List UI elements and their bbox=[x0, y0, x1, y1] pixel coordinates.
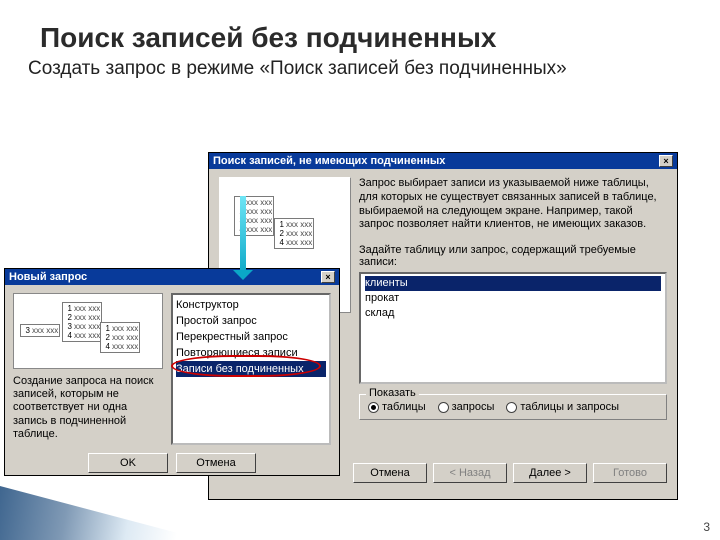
slide-title: Поиск записей без подчиненных bbox=[0, 0, 720, 58]
list-item[interactable]: прокат bbox=[365, 291, 661, 306]
list-item[interactable]: Повторяющиеся записи bbox=[176, 345, 326, 361]
list-item[interactable]: Перекрестный запрос bbox=[176, 329, 326, 345]
list-item[interactable]: Конструктор bbox=[176, 297, 326, 313]
wizard-titlebar: Поиск записей, не имеющих подчиненных × bbox=[209, 153, 677, 169]
show-groupbox: Показать таблицы запросы таблицы и запро… bbox=[359, 394, 667, 420]
page-number: 3 bbox=[703, 520, 710, 534]
new-query-preview: 3xxx xxx 1xxx xxx 2xxx xxx 3xxx xxx 4xxx… bbox=[13, 293, 163, 369]
radio-icon bbox=[438, 402, 449, 413]
new-query-titlebar: Новый запрос × bbox=[5, 269, 339, 285]
back-button[interactable]: < Назад bbox=[433, 463, 507, 483]
cancel-button[interactable]: Отмена bbox=[353, 463, 427, 483]
list-item[interactable]: Простой запрос bbox=[176, 313, 326, 329]
groupbox-legend: Показать bbox=[366, 387, 419, 399]
ok-button[interactable]: OK bbox=[88, 453, 168, 473]
wizard-description: Запрос выбирает записи из указываемой ни… bbox=[359, 177, 667, 232]
radio-icon bbox=[368, 402, 379, 413]
next-button[interactable]: Далее > bbox=[513, 463, 587, 483]
new-query-options[interactable]: Конструктор Простой запрос Перекрестный … bbox=[171, 293, 331, 445]
list-item[interactable]: склад bbox=[365, 306, 661, 321]
slide-subtitle: Создать запрос в режиме «Поиск записей б… bbox=[0, 58, 720, 87]
list-item[interactable]: клиенты bbox=[365, 276, 661, 291]
close-icon[interactable]: × bbox=[321, 271, 335, 283]
cancel-button[interactable]: Отмена bbox=[176, 453, 256, 473]
finish-button[interactable]: Готово bbox=[593, 463, 667, 483]
radio-icon bbox=[506, 402, 517, 413]
list-item[interactable]: Записи без подчиненных bbox=[176, 361, 326, 377]
wizard-prompt: Задайте таблицу или запрос, содержащий т… bbox=[359, 244, 667, 268]
new-query-dialog: Новый запрос × 3xxx xxx 1xxx xxx 2xxx xx… bbox=[4, 268, 340, 476]
radio-tables[interactable]: таблицы bbox=[368, 401, 426, 413]
new-query-description: Создание запроса на поиск записей, котор… bbox=[13, 375, 163, 441]
new-query-title: Новый запрос bbox=[9, 271, 87, 283]
close-icon[interactable]: × bbox=[659, 155, 673, 167]
radio-both[interactable]: таблицы и запросы bbox=[506, 401, 619, 413]
wizard-title: Поиск записей, не имеющих подчиненных bbox=[213, 155, 445, 167]
radio-queries[interactable]: запросы bbox=[438, 401, 495, 413]
wizard-table-list[interactable]: клиенты прокат склад bbox=[359, 272, 667, 384]
annotation-arrow bbox=[240, 196, 246, 276]
